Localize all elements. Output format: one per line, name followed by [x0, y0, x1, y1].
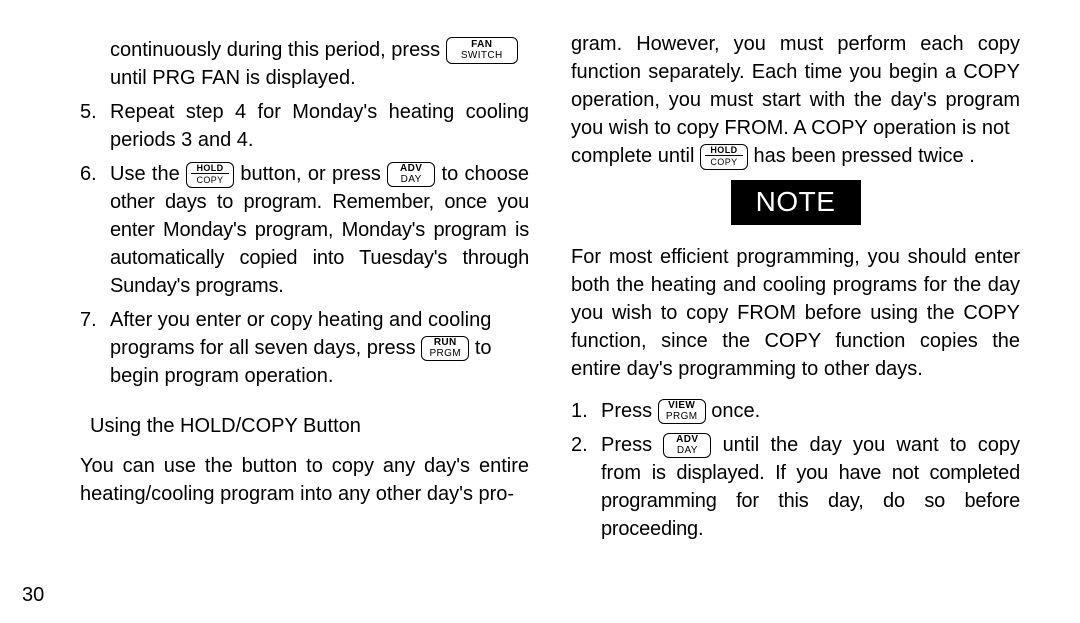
btn-top: FAN — [471, 40, 492, 50]
list-number: 1. — [571, 397, 601, 425]
btn-bottom: DAY — [401, 174, 422, 185]
btn-bottom: PRGM — [666, 411, 698, 422]
text: Press — [601, 400, 652, 422]
note-paragraph: For most efficient programming, you shou… — [571, 243, 1020, 383]
spacer — [80, 36, 110, 92]
text: to — [475, 337, 492, 359]
text: once. — [711, 400, 760, 422]
text: complete until — [571, 145, 694, 167]
text: to choose — [442, 163, 530, 185]
btn-top: RUN — [434, 338, 457, 348]
btn-top: HOLD — [191, 164, 229, 175]
adv-day-button-icon: ADV DAY — [663, 433, 711, 458]
btn-bottom: PRGM — [429, 348, 461, 359]
btn-bottom: DAY — [677, 445, 698, 456]
btn-top: HOLD — [705, 146, 743, 157]
text: Press — [601, 434, 652, 456]
text: other days to program. Remember, once yo… — [110, 191, 529, 297]
adv-day-button-icon: ADV DAY — [387, 162, 435, 187]
list-number: 5. — [80, 98, 110, 154]
list-number: 7. — [80, 306, 110, 390]
body-text: Press VIEW PRGM once. — [601, 397, 1020, 425]
body-text: Press ADV DAY until the day you want to … — [601, 431, 1020, 543]
page-number: 30 — [22, 581, 44, 609]
hold-copy-button-icon: HOLD COPY — [700, 144, 748, 170]
fan-switch-button-icon: FAN SWITCH — [446, 37, 518, 64]
hold-copy-paragraph: You can use the button to copy any day's… — [80, 452, 529, 508]
step4-continuation: continuously during this period, press F… — [80, 36, 529, 92]
text: gram. However, you must perform each cop… — [571, 33, 1020, 139]
right-column: gram. However, you must perform each cop… — [565, 30, 1020, 603]
text: until PRG FAN is displayed. — [110, 67, 356, 89]
btn-top: VIEW — [668, 401, 695, 411]
text: continuously during this period, press — [110, 39, 440, 61]
view-prgm-button-icon: VIEW PRGM — [658, 399, 706, 424]
text: Use the — [110, 163, 180, 185]
text: is displayed. If you have not completed … — [601, 462, 1020, 540]
btn-bottom: COPY — [710, 156, 737, 167]
copy-step1: 1. Press VIEW PRGM once. — [571, 397, 1020, 425]
text: has been pressed twice . — [754, 145, 975, 167]
subheading-hold-copy: Using the HOLD/COPY Button — [90, 412, 529, 440]
list-number: 2. — [571, 431, 601, 543]
btn-bottom: COPY — [196, 174, 223, 185]
text: button, or press — [240, 163, 381, 185]
copy-paragraph: gram. However, you must perform each cop… — [571, 30, 1020, 170]
btn-top: ADV — [400, 164, 422, 174]
step7: 7. After you enter or copy heating and c… — [80, 306, 529, 390]
manual-page: continuously during this period, press F… — [0, 0, 1080, 623]
body-text: continuously during this period, press F… — [110, 36, 529, 92]
text: programs for all seven days, press — [110, 337, 416, 359]
text: After you enter or copy heating and cool… — [110, 309, 491, 331]
run-prgm-button-icon: RUN PRGM — [421, 336, 469, 361]
list-number: 6. — [80, 160, 110, 300]
body-text: Repeat step 4 for Monday's heating cooli… — [110, 98, 529, 154]
step5: 5. Repeat step 4 for Monday's heating co… — [80, 98, 529, 154]
body-text: After you enter or copy heating and cool… — [110, 306, 529, 390]
left-column: continuously during this period, press F… — [80, 30, 535, 603]
hold-copy-button-icon: HOLD COPY — [186, 162, 234, 188]
text: begin program operation. — [110, 365, 333, 387]
btn-bottom: SWITCH — [461, 50, 503, 61]
step6: 6. Use the HOLD COPY button, or press AD… — [80, 160, 529, 300]
copy-step2: 2. Press ADV DAY until the day you want … — [571, 431, 1020, 543]
note-badge: NOTE — [731, 180, 861, 225]
btn-top: ADV — [676, 435, 698, 445]
body-text: Use the HOLD COPY button, or press ADV D… — [110, 160, 529, 300]
